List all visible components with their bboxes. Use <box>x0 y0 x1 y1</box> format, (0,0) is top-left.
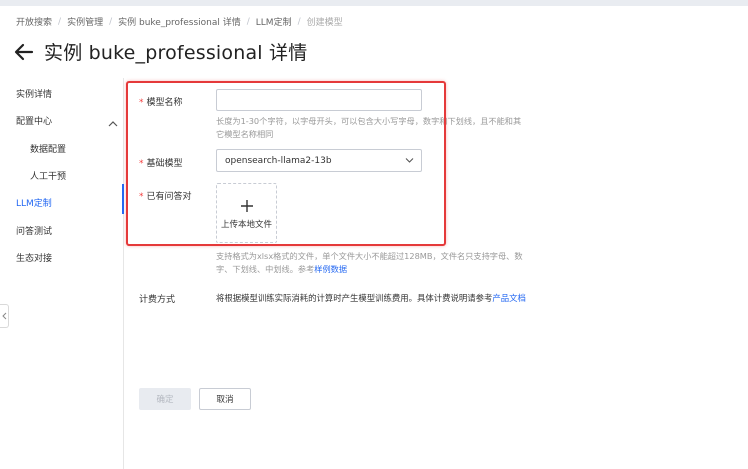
breadcrumb-separator: / <box>297 16 301 27</box>
base-model-value: opensearch-llama2-13b <box>225 155 332 166</box>
breadcrumb-instance-detail[interactable]: 实例 buke_professional 详情 <box>118 15 241 28</box>
model-name-hint: 长度为1-30个字符，以字母开头，可以包含大小写字母，数字和下划线，且不能和其 … <box>216 115 521 141</box>
sidebar-item-ecosystem[interactable]: 生态对接 <box>16 251 52 264</box>
sidebar-item-llm-custom[interactable]: LLM定制 <box>16 196 52 209</box>
model-name-label: * 模型名称 <box>139 95 183 108</box>
upload-file-button[interactable]: 上传本地文件 <box>216 183 277 243</box>
chevron-down-icon <box>405 157 414 164</box>
base-model-select[interactable]: opensearch-llama2-13b <box>216 149 422 172</box>
breadcrumb-llm-custom[interactable]: LLM定制 <box>256 15 292 28</box>
qa-pairs-hint-line1: 支持格式为xlsx格式的文件，单个文件大小不能超过128MB，文件名只支持字母、… <box>216 251 523 261</box>
top-bar <box>0 0 748 6</box>
qa-pairs-label-text: 已有问答对 <box>146 192 192 202</box>
model-name-input[interactable] <box>216 89 422 111</box>
plus-icon <box>240 198 254 212</box>
page-header: 实例 buke_professional 详情 <box>14 38 307 65</box>
cancel-button[interactable]: 取消 <box>199 388 251 410</box>
sidebar-item-manual-intervention[interactable]: 人工干预 <box>30 169 66 182</box>
sidebar-item-qa-test[interactable]: 问答测试 <box>16 224 52 237</box>
required-mark: * <box>139 98 144 108</box>
sidebar: 实例详情 配置中心 数据配置 人工干预 LLM定制 问答测试 生态对接 <box>0 78 124 469</box>
breadcrumb-instance-management[interactable]: 实例管理 <box>67 15 103 28</box>
base-model-label-text: 基础模型 <box>146 159 183 169</box>
sample-data-link[interactable]: 样例数据 <box>314 264 347 274</box>
chevron-left-icon <box>1 312 6 320</box>
breadcrumb: 开放搜索 / 实例管理 / 实例 buke_professional 详情 / … <box>16 15 343 29</box>
required-mark: * <box>139 159 144 169</box>
page-title: 实例 buke_professional 详情 <box>44 42 308 64</box>
billing-description: 将根据模型训练实际消耗的计算时产生模型训练费用。具体计费说明请参考 <box>216 293 493 303</box>
base-model-label: * 基础模型 <box>139 156 183 169</box>
sidebar-active-indicator <box>122 184 124 214</box>
breadcrumb-separator: / <box>246 16 250 27</box>
confirm-button[interactable]: 确定 <box>139 388 191 410</box>
breadcrumb-separator: / <box>109 16 113 27</box>
qa-pairs-hint-line2-text: 字、下划线、中划线。参考 <box>216 264 315 274</box>
billing-text: 将根据模型训练实际消耗的计算时产生模型训练费用。具体计费说明请参考产品文档 <box>216 292 526 304</box>
required-mark: * <box>139 192 144 202</box>
product-docs-link[interactable]: 产品文档 <box>492 293 526 303</box>
billing-label: 计费方式 <box>139 295 176 305</box>
breadcrumb-open-search[interactable]: 开放搜索 <box>16 15 52 28</box>
sidebar-item-instance-detail[interactable]: 实例详情 <box>16 87 52 100</box>
arrow-left-icon[interactable] <box>14 42 34 62</box>
qa-pairs-hint: 支持格式为xlsx格式的文件，单个文件大小不能超过128MB，文件名只支持字母、… <box>216 250 523 276</box>
model-name-hint-line1: 长度为1-30个字符，以字母开头，可以包含大小写字母，数字和下划线，且不能和其 <box>216 116 522 126</box>
breadcrumb-separator: / <box>58 16 62 27</box>
chevron-up-icon[interactable] <box>108 113 118 127</box>
qa-pairs-hint-line2: 字、下划线、中划线。参考样例数据 <box>216 263 523 276</box>
sidebar-item-data-config[interactable]: 数据配置 <box>30 142 66 155</box>
qa-pairs-label: * 已有问答对 <box>139 189 192 202</box>
collapse-sidebar-button[interactable] <box>0 304 9 328</box>
breadcrumb-create-model: 创建模型 <box>306 18 343 28</box>
upload-file-label: 上传本地文件 <box>220 220 272 230</box>
model-name-label-text: 模型名称 <box>146 98 183 108</box>
model-name-hint-line2: 它模型名称相同 <box>216 129 274 139</box>
sidebar-item-config-center[interactable]: 配置中心 <box>16 114 52 127</box>
